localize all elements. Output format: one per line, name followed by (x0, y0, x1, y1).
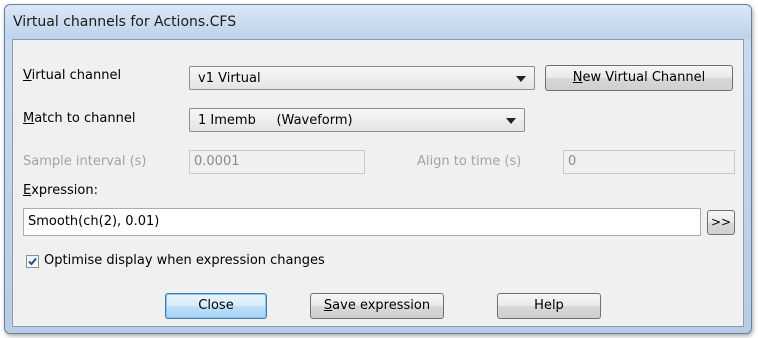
optimise-display-checkbox[interactable] (26, 255, 39, 268)
match-channel-select[interactable]: 1 Imemb (Waveform) (189, 108, 525, 132)
virtual-channel-value: v1 Virtual (198, 71, 261, 86)
new-virtual-channel-button[interactable]: New Virtual Channel (545, 65, 733, 91)
dialog-window: Virtual channels for Actions.CFS Virtual… (4, 4, 752, 334)
dialog-body: Virtual channel v1 Virtual New Virtual C… (12, 39, 744, 327)
chevron-down-icon (506, 118, 516, 124)
save-expression-button[interactable]: Save expression (310, 293, 444, 319)
title-bar[interactable]: Virtual channels for Actions.CFS (5, 5, 751, 39)
virtual-channel-select[interactable]: v1 Virtual (189, 66, 535, 90)
optimise-display-label: Optimise display when expression changes (44, 253, 325, 268)
window-title: Virtual channels for Actions.CFS (13, 14, 237, 30)
help-button[interactable]: Help (497, 293, 601, 319)
match-channel-value: 1 Imemb (Waveform) (198, 113, 353, 128)
align-time-label: Align to time (s) (417, 154, 522, 169)
close-button[interactable]: Close (165, 293, 267, 319)
expand-expression-button[interactable]: >> (707, 210, 735, 235)
expression-input[interactable]: Smooth(ch(2), 0.01) (23, 208, 701, 236)
align-time-field[interactable]: 0 (563, 150, 735, 174)
chevron-down-icon (516, 76, 526, 82)
match-channel-label: Match to channel (23, 111, 136, 126)
expression-label: Expression: (23, 183, 98, 198)
sample-interval-field[interactable]: 0.0001 (189, 150, 365, 174)
sample-interval-label: Sample interval (s) (23, 154, 147, 169)
virtual-channel-label: Virtual channel (23, 68, 122, 83)
checkmark-icon (28, 257, 37, 266)
